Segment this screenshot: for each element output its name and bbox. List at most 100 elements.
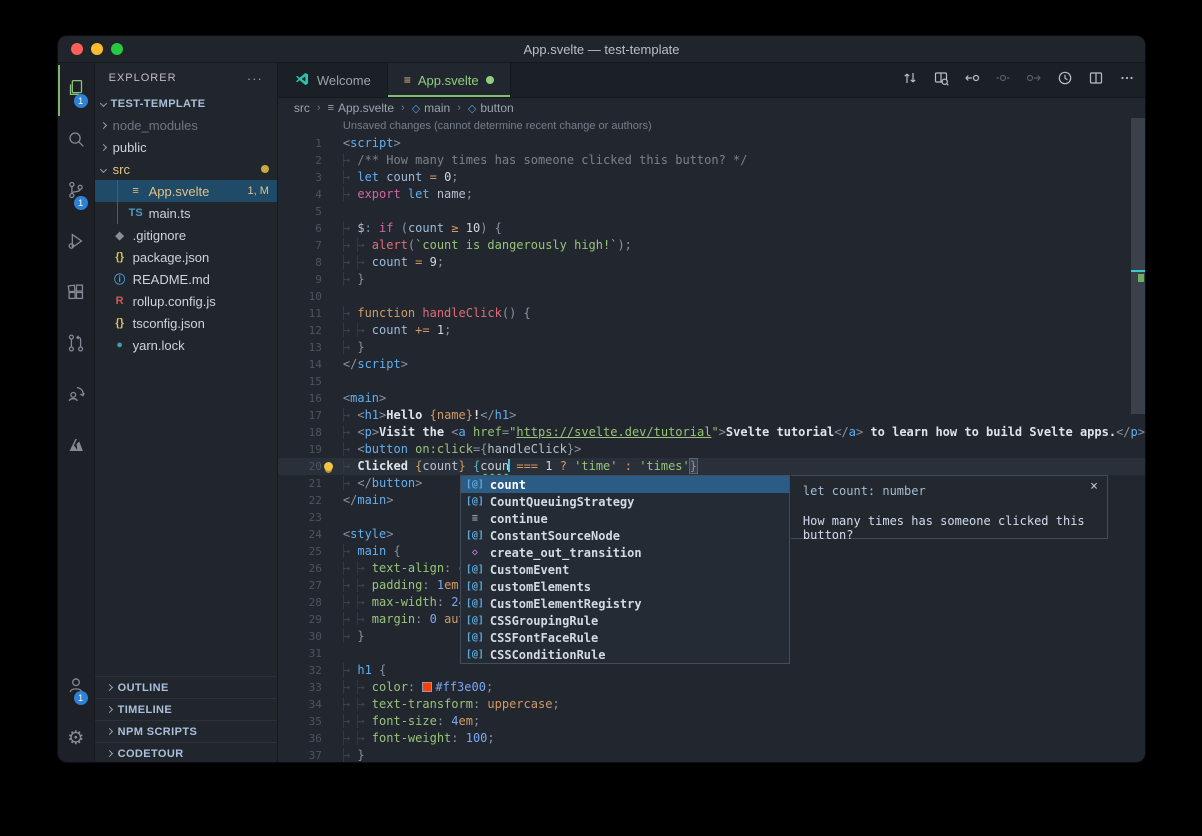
file-tree-item-public[interactable]: public: [95, 136, 277, 158]
line-number[interactable]: 17: [278, 407, 322, 424]
tab-app-svelte[interactable]: ≡App.svelte: [388, 63, 511, 97]
file-tree-item-readme-md[interactable]: ⓘREADME.md: [95, 268, 277, 290]
line-number[interactable]: 31: [278, 645, 322, 662]
suggest-item-cssconditionrule[interactable]: [@]CSSConditionRule: [461, 646, 789, 663]
breadcrumb-item-main[interactable]: ◇main: [412, 101, 450, 115]
line-number[interactable]: 33: [278, 679, 322, 696]
close-icon[interactable]: ×: [1090, 479, 1098, 494]
line-number[interactable]: 9: [278, 271, 322, 288]
suggest-item-create_out_transition[interactable]: ◇create_out_transition: [461, 544, 789, 561]
file-tree-item-yarn-lock[interactable]: ●yarn.lock: [95, 334, 277, 356]
tab-welcome[interactable]: Welcome: [278, 63, 388, 97]
file-tree-item-package-json[interactable]: {}package.json: [95, 246, 277, 268]
sidebar-section-npm-scripts[interactable]: NPM SCRIPTS: [95, 720, 277, 742]
code-line-33[interactable]: 33→ → color: #ff3e00;: [278, 679, 1145, 696]
line-number[interactable]: 14: [278, 356, 322, 373]
line-number[interactable]: 26: [278, 560, 322, 577]
code-line-12[interactable]: 12→ → count += 1;: [278, 322, 1145, 339]
code-line-11[interactable]: 11→ function handleClick() {: [278, 305, 1145, 322]
suggest-item-countqueuingstrategy[interactable]: [@]CountQueuingStrategy: [461, 493, 789, 510]
line-number[interactable]: 10: [278, 288, 322, 305]
breadcrumb-item-app-svelte[interactable]: ≡App.svelte: [328, 101, 394, 115]
activity-search-button[interactable]: [58, 116, 94, 167]
file-tree-item-rollup-config-js[interactable]: Rrollup.config.js: [95, 290, 277, 312]
line-number[interactable]: 3: [278, 169, 322, 186]
activity-explorer-button[interactable]: 1: [58, 65, 94, 116]
minimize-window-button[interactable]: [91, 43, 103, 55]
suggest-item-constantsourcenode[interactable]: [@]ConstantSourceNode: [461, 527, 789, 544]
code-line-7[interactable]: 7→ → alert(`count is dangerously high!`)…: [278, 237, 1145, 254]
line-number[interactable]: 2: [278, 152, 322, 169]
file-tree-item-main-ts[interactable]: TSmain.ts: [95, 202, 277, 224]
code-line-1[interactable]: 1<script>: [278, 135, 1145, 152]
activity-github-pull-requests-button[interactable]: [58, 320, 94, 371]
code-editor[interactable]: Unsaved changes (cannot determine recent…: [278, 118, 1145, 763]
suggest-item-customelementregistry[interactable]: [@]CustomElementRegistry: [461, 595, 789, 612]
file-tree-item-node-modules[interactable]: node_modules: [95, 114, 277, 136]
file-tree-item-tsconfig-json[interactable]: {}tsconfig.json: [95, 312, 277, 334]
line-number[interactable]: 25: [278, 543, 322, 560]
breadcrumb-item-src[interactable]: src: [294, 101, 310, 115]
sidebar-section-codetour[interactable]: CODETOUR: [95, 742, 277, 763]
sidebar-section-outline[interactable]: OUTLINE: [95, 676, 277, 698]
line-number[interactable]: 20: [278, 458, 322, 475]
project-root-row[interactable]: TEST-TEMPLATE: [95, 93, 277, 114]
line-number[interactable]: 30: [278, 628, 322, 645]
split-editor-icon[interactable]: [1088, 70, 1104, 91]
line-number[interactable]: 8: [278, 254, 322, 271]
file-tree-item-src[interactable]: src: [95, 158, 277, 180]
code-line-14[interactable]: 14</script>: [278, 356, 1145, 373]
line-number[interactable]: 21: [278, 475, 322, 492]
suggest-item-cssgroupingrule[interactable]: [@]CSSGroupingRule: [461, 612, 789, 629]
line-number[interactable]: 16: [278, 390, 322, 407]
line-number[interactable]: 29: [278, 611, 322, 628]
code-line-32[interactable]: 32→ h1 {: [278, 662, 1145, 679]
line-number[interactable]: 19: [278, 441, 322, 458]
code-line-16[interactable]: 16<main>: [278, 390, 1145, 407]
line-number[interactable]: 36: [278, 730, 322, 747]
line-number[interactable]: 23: [278, 509, 322, 526]
code-line-6[interactable]: 6→ $: if (count ≥ 10) {: [278, 220, 1145, 237]
file-tree-item-app-svelte[interactable]: ≡App.svelte1, M: [95, 180, 277, 202]
code-line-3[interactable]: 3→ let count = 0;: [278, 169, 1145, 186]
line-number[interactable]: 22: [278, 492, 322, 509]
code-line-13[interactable]: 13→ }: [278, 339, 1145, 356]
line-number[interactable]: 35: [278, 713, 322, 730]
activity-source-control-button[interactable]: 1: [58, 167, 94, 218]
sidebar-more-actions-icon[interactable]: ···: [247, 71, 263, 86]
activity-azure-button[interactable]: [58, 422, 94, 473]
more-actions-icon[interactable]: [1119, 70, 1135, 91]
code-line-9[interactable]: 9→ }: [278, 271, 1145, 288]
code-line-17[interactable]: 17→ <h1>Hello {name}!</h1>: [278, 407, 1145, 424]
activity-extensions-button[interactable]: [58, 269, 94, 320]
line-number[interactable]: 18: [278, 424, 322, 441]
lightbulb-icon[interactable]: [324, 462, 333, 471]
sidebar-section-timeline[interactable]: TIMELINE: [95, 698, 277, 720]
code-line-35[interactable]: 35→ → font-size: 4em;: [278, 713, 1145, 730]
line-number[interactable]: 4: [278, 186, 322, 203]
file-tree-item--gitignore[interactable]: ◆.gitignore: [95, 224, 277, 246]
line-number[interactable]: 37: [278, 747, 322, 763]
code-line-19[interactable]: 19→ <button on:click={handleClick}>: [278, 441, 1145, 458]
zoom-window-button[interactable]: [111, 43, 123, 55]
activity-settings-button[interactable]: ⚙: [58, 713, 94, 763]
close-window-button[interactable]: [71, 43, 83, 55]
line-number[interactable]: 5: [278, 203, 322, 220]
line-number[interactable]: 28: [278, 594, 322, 611]
suggest-item-customevent[interactable]: [@]CustomEvent: [461, 561, 789, 578]
suggest-item-cssfontfacerule[interactable]: [@]CSSFontFaceRule: [461, 629, 789, 646]
code-line-36[interactable]: 36→ → font-weight: 100;: [278, 730, 1145, 747]
line-number[interactable]: 15: [278, 373, 322, 390]
editor-scrollbar[interactable]: [1131, 118, 1145, 763]
code-line-2[interactable]: 2→ /** How many times has someone clicke…: [278, 152, 1145, 169]
line-number[interactable]: 34: [278, 696, 322, 713]
line-number[interactable]: 7: [278, 237, 322, 254]
code-line-37[interactable]: 37→ }: [278, 747, 1145, 763]
line-number[interactable]: 13: [278, 339, 322, 356]
previous-change-icon[interactable]: [964, 70, 980, 91]
suggest-item-continue[interactable]: ≡continue: [461, 510, 789, 527]
suggest-item-customelements[interactable]: [@]customElements: [461, 578, 789, 595]
code-line-15[interactable]: 15: [278, 373, 1145, 390]
code-line-10[interactable]: 10: [278, 288, 1145, 305]
timeline-icon[interactable]: [1057, 70, 1073, 91]
